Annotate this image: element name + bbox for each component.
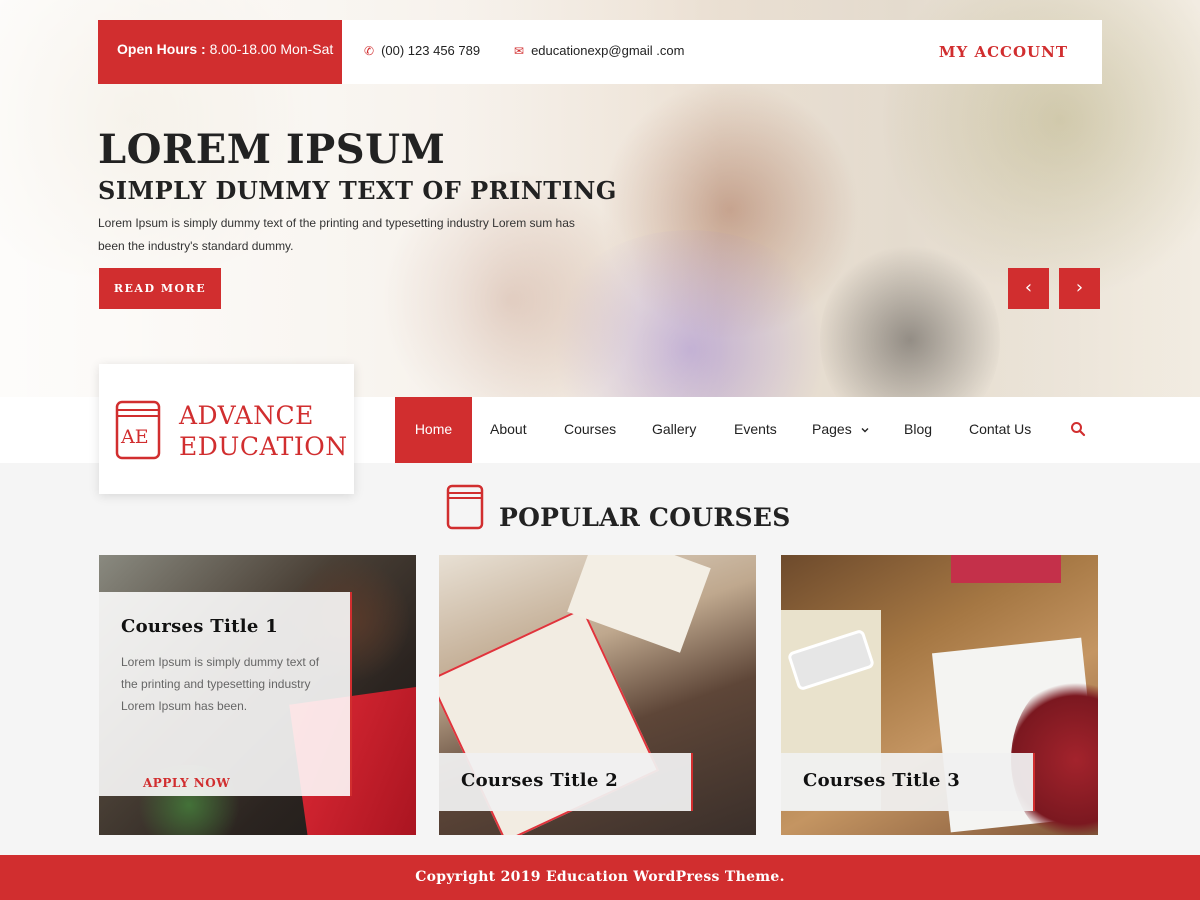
section-title: POPULAR COURSES	[499, 503, 791, 532]
chevron-left-icon: ‹	[1024, 277, 1033, 298]
course-title: Courses Title 2	[461, 770, 619, 791]
course-title: Courses Title 1	[121, 616, 279, 637]
nav-item-home[interactable]: Home	[395, 397, 472, 463]
slider-next-button[interactable]: ›	[1059, 268, 1100, 309]
logo-text: ADVANCE EDUCATION	[179, 400, 348, 462]
footer: Copyright 2019 Education WordPress Theme…	[0, 855, 1200, 900]
phone-icon: ✆	[364, 44, 375, 58]
open-hours-value: 8.00-18.00 Mon-Sat	[209, 41, 334, 57]
envelope-icon: ✉	[514, 44, 525, 58]
nav-item-pages[interactable]: Pages	[812, 397, 870, 463]
nav-item-pages-label: Pages	[812, 421, 852, 437]
course-overlay: Courses Title 1 Lorem Ipsum is simply du…	[99, 592, 352, 796]
book-icon	[446, 484, 484, 530]
slide-subtitle: SIMPLY DUMMY TEXT OF PRINTING	[98, 176, 617, 205]
my-account-link[interactable]: MY ACCOUNT	[939, 20, 1068, 84]
site-logo[interactable]: AE ADVANCE EDUCATION	[99, 364, 354, 494]
slide-text: Lorem Ipsum is simply dummy text of the …	[98, 216, 575, 253]
slider-prev-button[interactable]: ‹	[1008, 268, 1049, 309]
course-card-2[interactable]: Courses Title 2	[439, 555, 756, 835]
course-card-3[interactable]: Courses Title 3	[781, 555, 1098, 835]
nav-item-about[interactable]: About	[490, 397, 527, 463]
phone-number: (00) 123 456 789	[381, 43, 481, 58]
course-card-1[interactable]: Courses Title 1 Lorem Ipsum is simply du…	[99, 555, 416, 835]
course-overlay: Courses Title 2	[439, 753, 693, 811]
logo-line-1: ADVANCE	[179, 401, 314, 430]
top-bar: Open Hours : 8.00-18.00 Mon-Sat ✆ (00) 12…	[98, 20, 1102, 84]
phone-contact[interactable]: ✆ (00) 123 456 789	[364, 20, 480, 84]
course-title: Courses Title 3	[803, 770, 961, 791]
read-more-button[interactable]: READ MORE	[99, 268, 221, 309]
chevron-right-icon: ›	[1075, 277, 1084, 298]
email-contact[interactable]: ✉ educationexp@gmail .com	[514, 20, 684, 84]
apply-now-link[interactable]: APPLY NOW	[143, 776, 230, 790]
chevron-down-icon	[861, 428, 869, 433]
slide-title: LOREM IPSUM	[98, 126, 446, 173]
course-description: Lorem Ipsum is simply dummy text of the …	[121, 655, 320, 713]
search-icon[interactable]	[1070, 421, 1086, 437]
nav-item-events[interactable]: Events	[734, 397, 777, 463]
nav-item-courses[interactable]: Courses	[564, 397, 616, 463]
email-address: educationexp@gmail .com	[531, 43, 685, 58]
copyright-text: Copyright 2019 Education WordPress Theme…	[415, 869, 785, 885]
logo-icon-text: AE	[121, 426, 149, 448]
nav-item-gallery[interactable]: Gallery	[652, 397, 696, 463]
open-hours-label: Open Hours :	[117, 41, 206, 57]
course-photo-pencilcase	[951, 555, 1061, 583]
logo-line-2: EDUCATION	[179, 432, 348, 461]
nav-item-blog[interactable]: Blog	[904, 397, 932, 463]
nav-item-contact[interactable]: Contat Us	[969, 397, 1031, 463]
open-hours: Open Hours : 8.00-18.00 Mon-Sat	[98, 20, 342, 84]
course-overlay: Courses Title 3	[781, 753, 1035, 811]
